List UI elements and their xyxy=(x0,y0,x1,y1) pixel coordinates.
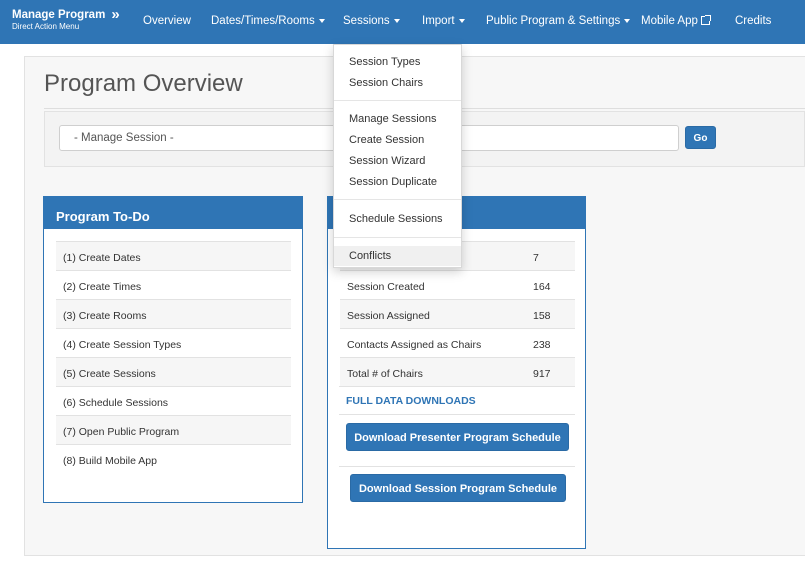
menu-item-session-duplicate[interactable]: Session Duplicate xyxy=(334,172,461,192)
menu-item-schedule-sessions[interactable]: Schedule Sessions xyxy=(334,209,461,229)
stat-value: 917 xyxy=(533,368,551,380)
nav-dates-times-rooms-label: Dates/Times/Rooms xyxy=(211,15,315,27)
nav-import[interactable]: Import xyxy=(422,15,465,27)
nav-sessions[interactable]: Sessions xyxy=(343,15,400,27)
sessions-dropdown-menu: Session Types Session Chairs Manage Sess… xyxy=(333,44,462,268)
nav-public-program-settings[interactable]: Public Program & Settings xyxy=(486,15,631,27)
download-session-program-schedule-button[interactable]: Download Session Program Schedule xyxy=(350,474,566,502)
full-data-downloads-label: FULL DATA DOWNLOADS xyxy=(346,395,476,407)
menu-item-session-wizard[interactable]: Session Wizard xyxy=(334,151,461,171)
menu-item-create-session[interactable]: Create Session xyxy=(334,130,461,150)
caret-down-icon xyxy=(624,18,631,23)
stat-row: Total # of Chairs 917 xyxy=(340,357,575,386)
nav-import-label: Import xyxy=(422,15,455,27)
stat-label: Session Assigned xyxy=(347,310,430,322)
nav-public-program-settings-label: Public Program & Settings xyxy=(486,15,621,27)
todo-item[interactable]: (7) Open Public Program xyxy=(56,415,291,444)
menu-divider xyxy=(334,100,461,101)
nav-dates-times-rooms[interactable]: Dates/Times/Rooms xyxy=(211,15,325,27)
program-todo-panel: Program To-Do (1) Create Dates (2) Creat… xyxy=(43,196,303,503)
stat-label: Session Created xyxy=(347,281,425,293)
stat-label: Total # of Chairs xyxy=(347,368,423,380)
program-todo-list: (1) Create Dates (2) Create Times (3) Cr… xyxy=(56,241,291,473)
downloads-divider xyxy=(339,414,575,415)
top-navbar: Manage Program » Direct Action Menu Over… xyxy=(0,0,805,44)
brand-subtitle: Direct Action Menu xyxy=(12,22,80,31)
todo-item[interactable]: (2) Create Times xyxy=(56,270,291,299)
todo-item[interactable]: (1) Create Dates xyxy=(56,241,291,270)
caret-down-icon xyxy=(393,18,400,23)
todo-item[interactable]: (5) Create Sessions xyxy=(56,357,291,386)
stat-row: Session Assigned 158 xyxy=(340,299,575,328)
nav-overview[interactable]: Overview xyxy=(143,15,191,27)
stat-value: 164 xyxy=(533,281,551,293)
menu-item-session-chairs[interactable]: Session Chairs xyxy=(334,73,461,93)
external-link-icon xyxy=(700,15,711,25)
menu-divider xyxy=(334,199,461,200)
todo-item[interactable]: (8) Build Mobile App xyxy=(56,444,291,473)
nav-mobile-app[interactable]: Mobile App xyxy=(641,15,711,27)
brand-title: Manage Program xyxy=(12,9,106,21)
stats-divider xyxy=(339,386,575,387)
brand[interactable]: Manage Program » Direct Action Menu xyxy=(12,6,120,31)
program-todo-heading: Program To-Do xyxy=(44,197,302,229)
stat-value: 7 xyxy=(533,252,539,264)
stat-label: Contacts Assigned as Chairs xyxy=(347,339,482,351)
nav-overview-label: Overview xyxy=(143,15,191,27)
double-chevron-icon: » xyxy=(111,6,120,23)
page-title: Program Overview xyxy=(44,70,243,97)
menu-divider xyxy=(334,237,461,238)
todo-item[interactable]: (6) Schedule Sessions xyxy=(56,386,291,415)
nav-credits-label: Credits xyxy=(735,15,772,27)
download-presenter-program-schedule-button[interactable]: Download Presenter Program Schedule xyxy=(346,423,569,451)
todo-item[interactable]: (4) Create Session Types xyxy=(56,328,291,357)
stat-value: 158 xyxy=(533,310,551,322)
downloads-divider-2 xyxy=(339,466,575,467)
brand-title-row: Manage Program » xyxy=(12,6,120,23)
nav-credits[interactable]: Credits xyxy=(735,15,771,27)
caret-down-icon xyxy=(458,18,465,23)
menu-item-session-types[interactable]: Session Types xyxy=(334,52,461,72)
nav-sessions-label: Sessions xyxy=(343,15,390,27)
todo-item[interactable]: (3) Create Rooms xyxy=(56,299,291,328)
go-button[interactable]: Go xyxy=(685,126,716,149)
stat-row: Session Created 164 xyxy=(340,270,575,299)
stat-value: 238 xyxy=(533,339,551,351)
caret-down-icon xyxy=(318,18,325,23)
nav-mobile-app-label: Mobile App xyxy=(641,15,698,27)
menu-item-conflicts[interactable]: Conflicts xyxy=(334,246,461,266)
stat-row: Contacts Assigned as Chairs 238 xyxy=(340,328,575,357)
menu-item-manage-sessions[interactable]: Manage Sessions xyxy=(334,109,461,129)
